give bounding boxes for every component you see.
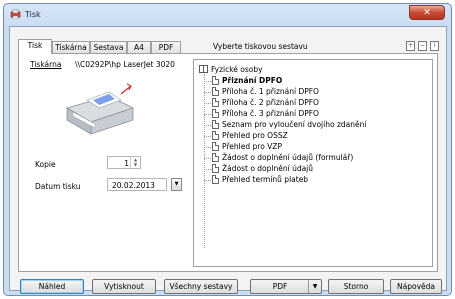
chevron-down-icon: ▼ (174, 181, 179, 187)
date-dropdown-button[interactable]: ▼ (171, 178, 182, 191)
help-button[interactable]: Nápověda (390, 279, 442, 294)
print-dialog-window: Tisk ✕ Tisk Tiskárna Sestava A4 PDF Vybe… (3, 3, 452, 296)
spin-arrows-icon[interactable]: ▲ ▼ (130, 157, 140, 168)
pdf-button-label: PDF (272, 282, 288, 291)
close-icon: ✕ (423, 8, 431, 18)
printer-label-link[interactable]: Tiskárna (30, 60, 61, 69)
document-icon (212, 175, 219, 184)
add-icon[interactable]: + (406, 41, 415, 51)
print-button[interactable]: Vytisknout (92, 279, 156, 294)
copies-label: Kopie (35, 160, 56, 169)
document-icon (212, 98, 219, 107)
document-icon (212, 153, 219, 162)
tab-sestava[interactable]: Sestava (90, 41, 127, 53)
title-bar[interactable]: Tisk ✕ (4, 4, 451, 24)
document-icon (212, 142, 219, 151)
tree-connector (204, 74, 205, 248)
print-date-label: Datum tisku (35, 182, 81, 191)
remove-icon[interactable]: − (418, 41, 427, 51)
tree-root-label[interactable]: Fyzické osoby (211, 65, 263, 74)
document-icon (212, 76, 219, 85)
tab-pdf[interactable]: PDF (151, 41, 181, 53)
all-reports-button[interactable]: Všechny sestavy (164, 279, 238, 294)
report-tree[interactable]: Fyzické osoby Přiznání DPFO Příloha č. 1… (193, 59, 433, 267)
print-date-field[interactable]: 20.02.2013 (107, 178, 167, 191)
folder-book-icon (199, 65, 208, 73)
copies-value: 1 (124, 159, 129, 168)
printer-illustration (65, 83, 135, 135)
document-icon (212, 131, 219, 140)
tab-a4[interactable]: A4 (127, 41, 151, 53)
tisk-tab-panel: Tiskárna \\C0292P\hp LaserJet 3020 Kopie… (18, 53, 438, 272)
copies-stepper[interactable]: 1 ▲ ▼ (107, 156, 141, 169)
tab-tisk[interactable]: Tisk (18, 39, 52, 54)
document-icon (212, 120, 219, 129)
cancel-button[interactable]: Storno (328, 279, 384, 294)
preview-button[interactable]: Náhled (20, 279, 84, 294)
print-date-value: 20.02.2013 (112, 181, 155, 190)
print-app-icon (10, 9, 21, 19)
info-icon[interactable]: i (430, 41, 439, 51)
document-icon (212, 164, 219, 173)
tab-strip: Tisk Tiskárna Sestava A4 PDF Vyberte tis… (18, 39, 439, 54)
document-icon (212, 87, 219, 96)
window-title: Tisk (25, 10, 41, 19)
pdf-split-button[interactable]: PDF ▼ (250, 279, 322, 294)
tab-tiskarna[interactable]: Tiskárna (52, 41, 90, 53)
tab-hint-text: Vyberte tiskovou sestavu (213, 42, 308, 51)
document-icon (212, 109, 219, 118)
printer-name: \\C0292P\hp LaserJet 3020 (75, 60, 175, 69)
chevron-down-icon[interactable]: ▼ (308, 280, 321, 293)
dialog-body: Tisk Tiskárna Sestava A4 PDF Vyberte tis… (9, 26, 447, 294)
close-button[interactable]: ✕ (409, 5, 445, 20)
